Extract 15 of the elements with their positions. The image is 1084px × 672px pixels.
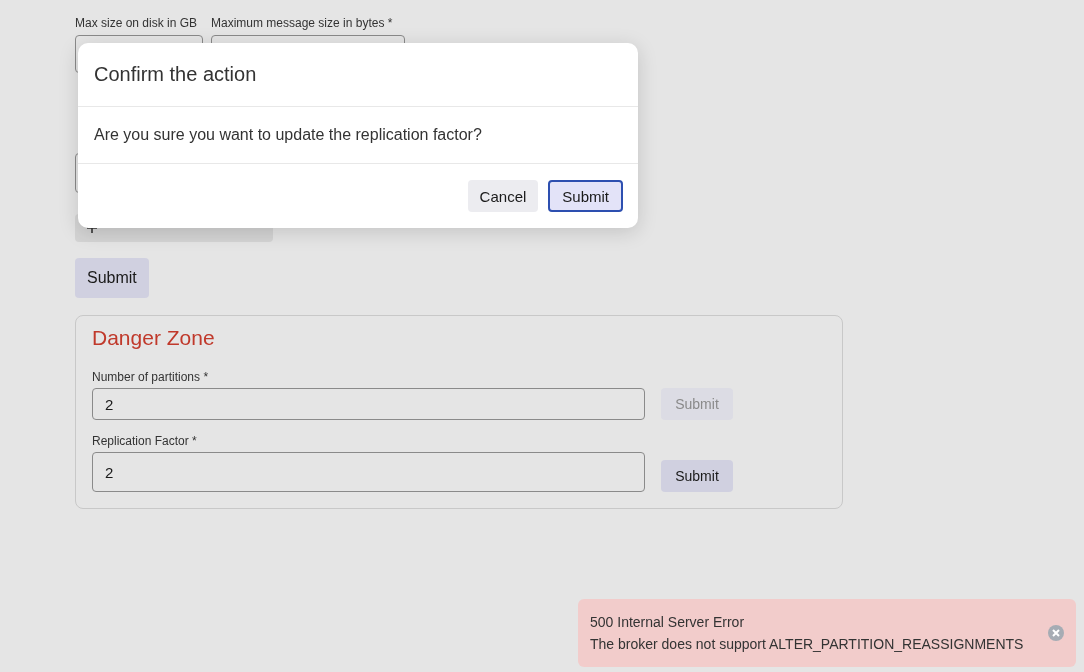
- section-title: Danger Zone: [92, 326, 216, 350]
- cancel-button[interactable]: Cancel: [467, 180, 539, 212]
- field-label: Max size on disk in GB: [75, 16, 199, 30]
- error-message: The broker does not support ALTER_PARTITION_REASSIGNMENTS: [590, 636, 1025, 652]
- close-icon[interactable]: [1048, 625, 1064, 641]
- submit-button[interactable]: Submit: [661, 460, 733, 492]
- field-label: Replication Factor *: [92, 434, 198, 448]
- dialog-message: Are you sure you want to update the replication factor?: [94, 126, 482, 144]
- input-field[interactable]: 2: [92, 452, 645, 492]
- error-title: 500 Internal Server Error: [590, 614, 746, 630]
- submit-button[interactable]: Submit: [75, 258, 149, 298]
- dialog-title: Confirm the action: [94, 63, 257, 85]
- submit-button[interactable]: Submit: [548, 180, 623, 212]
- field-label: Maximum message size in bytes *: [211, 16, 394, 30]
- field-label: Number of partitions *: [92, 370, 210, 384]
